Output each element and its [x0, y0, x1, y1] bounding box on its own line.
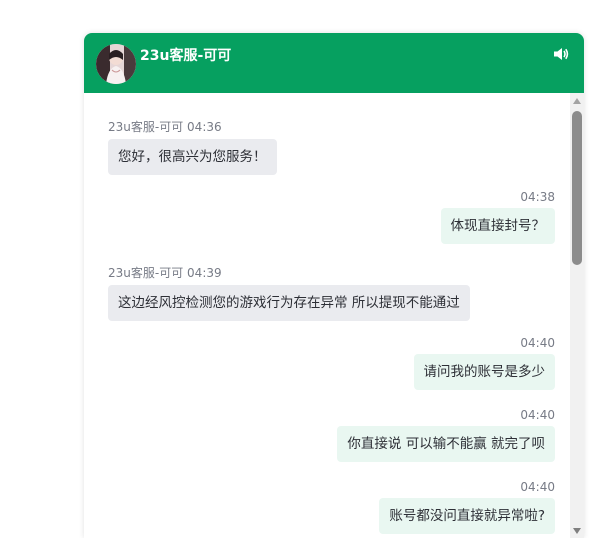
message-bubble: 你直接说 可以输不能赢 就完了呗	[337, 426, 555, 462]
chat-header: 23u客服-可可	[84, 33, 584, 93]
message-time: 04:36	[187, 120, 222, 134]
message-time: 04:40	[520, 480, 555, 494]
speaker-icon[interactable]	[552, 45, 570, 63]
scroll-up-arrow-icon[interactable]	[573, 98, 581, 104]
message-time: 04:39	[187, 266, 222, 280]
message-bubble: 这边经风控检测您的游戏行为存在异常 所以提现不能通过	[108, 285, 470, 321]
chat-window: 23u客服-可可 23u客服-可可 04:36 您好，很高兴为您服务！ 04:3…	[84, 33, 584, 538]
message-sender: 23u客服-可可	[108, 120, 184, 134]
message-item: 04:38 体现直接封号？	[440, 190, 555, 244]
message-item: 04:40 你直接说 可以输不能赢 就完了呗	[337, 408, 555, 462]
message-item: 04:40 账号都没问直接就异常啦?	[379, 480, 555, 534]
agent-name: 23u客服-可可	[140, 48, 232, 64]
message-time: 04:38	[520, 190, 555, 204]
message-item: 23u客服-可可 04:39 这边经风控检测您的游戏行为存在异常 所以提现不能通…	[108, 264, 470, 321]
message-scrollbar[interactable]	[570, 93, 584, 538]
agent-avatar[interactable]	[96, 44, 136, 84]
message-item: 23u客服-可可 04:36 您好，很高兴为您服务！	[108, 118, 277, 175]
message-meta: 23u客服-可可 04:39	[108, 264, 470, 281]
message-item: 04:40 请问我的账号是多少	[413, 336, 555, 390]
message-time: 04:40	[520, 336, 555, 350]
message-bubble: 请问我的账号是多少	[413, 354, 555, 390]
message-list[interactable]: 23u客服-可可 04:36 您好，很高兴为您服务！ 04:38 体现直接封号？…	[84, 93, 570, 538]
message-bubble: 账号都没问直接就异常啦?	[379, 498, 555, 534]
message-bubble: 您好，很高兴为您服务！	[108, 139, 277, 175]
message-time: 04:40	[520, 408, 555, 422]
message-bubble: 体现直接封号？	[440, 208, 555, 244]
scroll-down-arrow-icon[interactable]	[573, 528, 581, 534]
message-meta: 23u客服-可可 04:36	[108, 118, 277, 135]
scrollbar-thumb[interactable]	[572, 111, 582, 265]
message-sender: 23u客服-可可	[108, 266, 184, 280]
